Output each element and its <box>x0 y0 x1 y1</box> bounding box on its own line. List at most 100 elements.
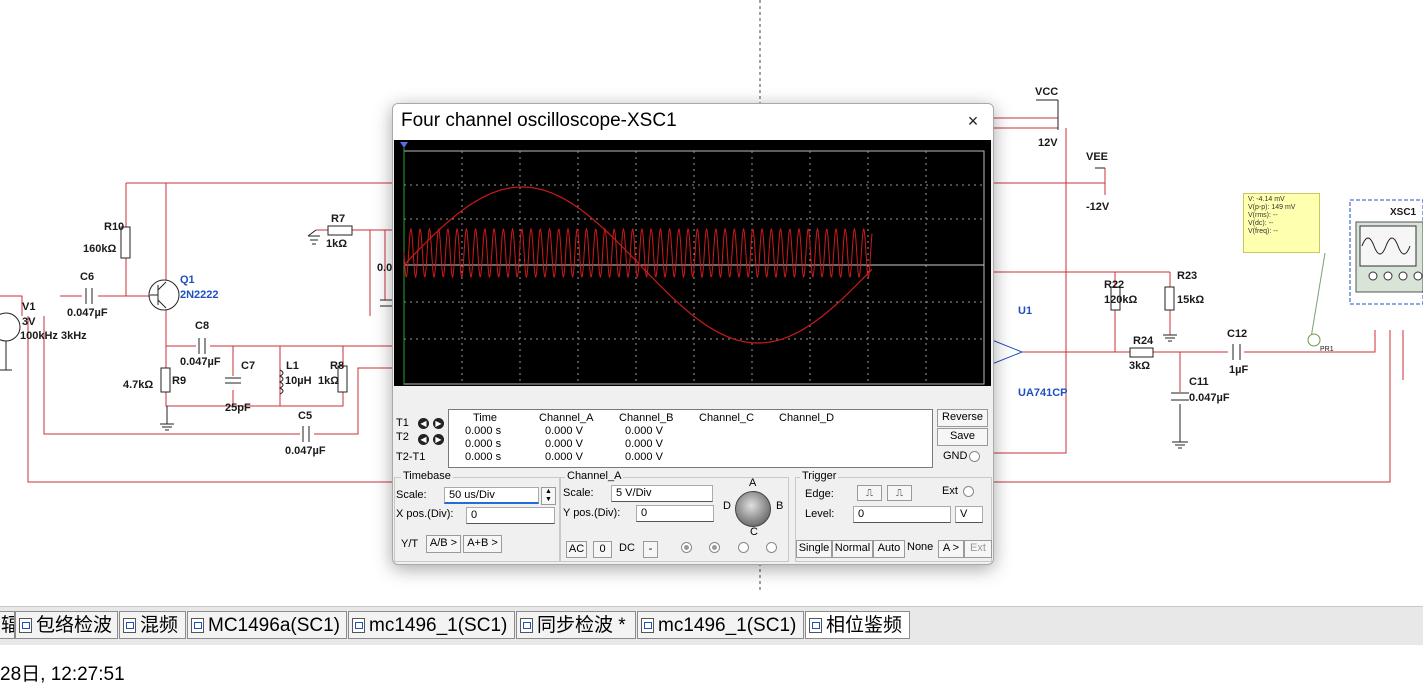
r9-label[interactable]: R9 <box>172 375 186 387</box>
channel-selector-knob-icon[interactable] <box>735 491 771 527</box>
tab-partial[interactable]: 辐 <box>0 611 15 639</box>
v1-value-freq[interactable]: 100kHz 3kHz <box>20 330 87 342</box>
q1-value[interactable]: 2N2222 <box>180 289 219 301</box>
close-icon[interactable]: × <box>961 110 985 132</box>
t1-right-arrow-icon[interactable]: ▶ <box>433 418 444 429</box>
l1-value[interactable]: 10µH <box>285 375 312 387</box>
c11-label[interactable]: C11 <box>1189 376 1209 388</box>
xsc1-label[interactable]: XSC1 <box>1390 207 1416 219</box>
ch-ypos-input[interactable]: 0 <box>636 505 714 522</box>
c5-value[interactable]: 0.047µF <box>285 445 326 457</box>
r7-label[interactable]: R7 <box>331 213 345 225</box>
normal-button[interactable]: Normal <box>832 540 873 558</box>
c8-value[interactable]: 0.047µF <box>180 356 221 368</box>
r8-value[interactable]: 1kΩ <box>318 375 339 387</box>
t2-t1-label: T2-T1 <box>396 451 426 463</box>
ab-button[interactable]: A/B > <box>426 535 461 553</box>
r10-label[interactable]: R10 <box>104 221 124 233</box>
knob-b-label: B <box>776 500 784 512</box>
vee-value[interactable]: -12V <box>1086 201 1109 213</box>
apb-button[interactable]: A+B > <box>463 535 502 553</box>
reverse-button[interactable]: Reverse <box>937 409 988 427</box>
tab-sync-detection[interactable]: 同步检波 * <box>516 611 636 639</box>
c12-value[interactable]: 1µF <box>1229 364 1248 376</box>
channel-radio-b[interactable] <box>709 542 720 553</box>
v1-label[interactable]: V1 <box>22 301 35 313</box>
t2-left-arrow-icon[interactable]: ◀ <box>418 434 429 445</box>
ext-trigger-button[interactable]: Ext <box>964 540 992 558</box>
yt-button[interactable]: Y/T <box>401 538 418 550</box>
r24-label[interactable]: R24 <box>1133 335 1153 347</box>
tab-envelope-detection[interactable]: 包络检波 <box>15 611 118 639</box>
c12-label[interactable]: C12 <box>1227 328 1247 340</box>
level-input[interactable]: 0 <box>853 506 951 523</box>
r7-value[interactable]: 1kΩ <box>326 238 347 250</box>
oscilloscope-window[interactable]: Four channel oscilloscope-XSC1 × T1 T2 T… <box>392 103 994 565</box>
cursor-marker-icon <box>400 142 408 148</box>
c6-label[interactable]: C6 <box>80 271 94 283</box>
vcc-label[interactable]: VCC <box>1035 86 1058 98</box>
tb-scale-input[interactable]: 50 us/Div <box>444 487 539 504</box>
tb-scale-label: Scale: <box>396 489 427 501</box>
vcc-value[interactable]: 12V <box>1038 137 1058 149</box>
c5-label[interactable]: C5 <box>298 410 312 422</box>
a-trigger-button[interactable]: A > <box>938 540 964 558</box>
tb-xpos-input[interactable]: 0 <box>466 507 555 524</box>
q1-label[interactable]: Q1 <box>180 274 195 286</box>
channel-radio-a[interactable] <box>681 542 692 553</box>
ac-button[interactable]: AC <box>566 541 587 558</box>
invert-button[interactable]: - <box>643 541 658 558</box>
channel-radio-d[interactable] <box>766 542 777 553</box>
scope-display[interactable] <box>394 140 991 386</box>
dc-button[interactable]: DC <box>619 542 635 554</box>
l1-label[interactable]: L1 <box>286 360 299 372</box>
probe-readout-box[interactable]: V: -4.14 mV V(p-p): 149 mV V(rms): -- V(… <box>1243 193 1320 253</box>
auto-button[interactable]: Auto <box>873 540 905 558</box>
v1-value-amp[interactable]: 3V <box>22 316 35 328</box>
none-button[interactable]: None <box>907 541 933 553</box>
wire <box>992 128 1067 454</box>
tab-mc1496a[interactable]: MC1496a(SC1) <box>187 611 347 639</box>
falling-edge-icon[interactable]: ⎍ <box>887 485 912 501</box>
tab-label: MC1496a(SC1) <box>208 615 340 636</box>
u1-opamp-symbol <box>991 339 1024 365</box>
trigger-title: Trigger <box>800 470 839 482</box>
c7-value[interactable]: 25pF <box>225 402 251 414</box>
r9-value[interactable]: 4.7kΩ <box>123 379 153 391</box>
gnd-terminal[interactable] <box>969 451 980 462</box>
r22-value[interactable]: 120kΩ <box>1104 294 1137 306</box>
tab-mc1496-1[interactable]: mc1496_1(SC1) <box>348 611 515 639</box>
t1-left-arrow-icon[interactable]: ◀ <box>418 418 429 429</box>
window-titlebar[interactable]: Four channel oscilloscope-XSC1 × <box>393 104 993 140</box>
single-button[interactable]: Single <box>796 540 832 558</box>
tab-mixing[interactable]: 混频 <box>119 611 186 639</box>
tab-phase-discrimination[interactable]: 相位鉴频 <box>805 611 910 639</box>
c8-label[interactable]: C8 <box>195 320 209 332</box>
c7-label[interactable]: C7 <box>241 360 255 372</box>
c6-value[interactable]: 0.047µF <box>67 307 108 319</box>
r23-value[interactable]: 15kΩ <box>1177 294 1204 306</box>
u1-label[interactable]: U1 <box>1018 305 1032 317</box>
ext-trigger-terminal[interactable] <box>963 486 974 497</box>
tab-mc1496-1-b[interactable]: mc1496_1(SC1) <box>637 611 804 639</box>
c11-value[interactable]: 0.047µF <box>1189 392 1230 404</box>
rising-edge-icon[interactable]: ⎍ <box>857 485 882 501</box>
ch-scale-input[interactable]: 5 V/Div <box>611 485 713 502</box>
vee-label[interactable]: VEE <box>1086 151 1108 163</box>
knob-d-label: D <box>723 500 731 512</box>
t2-right-arrow-icon[interactable]: ▶ <box>433 434 444 445</box>
r10-value[interactable]: 160kΩ <box>83 243 116 255</box>
r8-label[interactable]: R8 <box>330 360 344 372</box>
r22-label[interactable]: R22 <box>1104 279 1124 291</box>
save-button[interactable]: Save <box>937 428 988 446</box>
u1-value[interactable]: UA741CP <box>1018 387 1068 399</box>
schematic-icon <box>19 618 32 633</box>
r24-value[interactable]: 3kΩ <box>1129 360 1150 372</box>
r23-label[interactable]: R23 <box>1177 270 1197 282</box>
tb-scale-spinner-icon[interactable]: ▲ ▼ <box>541 487 556 505</box>
level-unit-select[interactable]: V <box>955 506 983 523</box>
pr1-label[interactable]: PR1 <box>1320 344 1334 356</box>
partial-value[interactable]: 0.0 <box>377 262 392 274</box>
channel-radio-c[interactable] <box>738 542 749 553</box>
zero-button[interactable]: 0 <box>593 541 612 558</box>
